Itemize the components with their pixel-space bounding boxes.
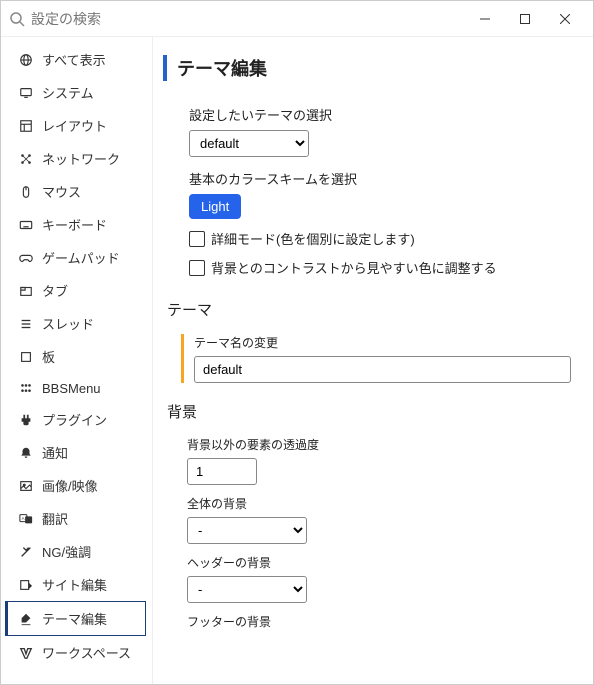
sidebar-item-5[interactable]: キーボード [1,208,152,241]
sidebar-item-7[interactable]: タブ [1,274,152,307]
detailed-mode-label: 詳細モード(色を個別に設定します) [211,229,415,248]
theme-section-title: テーマ [167,299,571,320]
sidebar-item-6[interactable]: ゲームパッド [1,241,152,274]
page-title: テーマ編集 [177,55,571,81]
sidebar: すべて表示システムレイアウトネットワークマウスキーボードゲームパッドタブスレッド… [1,37,153,684]
globe-icon [18,52,34,68]
sidebar-item-14[interactable]: A 翻訳 [1,502,152,535]
sidebar-item-16[interactable]: サイト編集 [1,568,152,601]
sidebar-item-label: マウス [42,182,81,201]
sidebar-item-label: 画像/映像 [42,476,98,495]
bell-icon [18,445,34,461]
contrast-checkbox[interactable] [189,260,205,276]
theme-name-label: テーマ名の変更 [194,334,571,351]
sidebar-item-label: 翻訳 [42,509,68,528]
plugin-icon [18,412,34,428]
sidebar-item-label: プラグイン [42,410,107,429]
theme-name-input[interactable] [194,356,571,383]
titlebar [1,1,593,37]
sidebar-item-label: スレッド [42,314,94,333]
theme-select[interactable]: default [189,130,309,157]
sidebar-item-9[interactable]: 板 [1,340,152,373]
sidebar-item-label: ワークスペース [42,643,131,662]
sidebar-item-11[interactable]: プラグイン [1,403,152,436]
settings-window: すべて表示システムレイアウトネットワークマウスキーボードゲームパッドタブスレッド… [0,0,594,685]
sidebar-item-label: サイト編集 [42,575,107,594]
sidebar-item-label: テーマ編集 [42,609,107,628]
sidebar-item-label: ネットワーク [42,149,120,168]
opacity-label: 背景以外の要素の透過度 [187,436,571,453]
sidebar-item-label: ゲームパッド [42,248,120,267]
contrast-label: 背景とのコントラストから見やすい色に調整する [211,258,497,277]
header-bg-label: ヘッダーの背景 [187,554,571,571]
sidebar-item-label: タブ [42,281,68,300]
header-bg-select[interactable]: - [187,576,307,603]
theme-name-subsection: テーマ名の変更 [181,334,571,383]
board-icon [18,349,34,365]
theme-select-label: 設定したいテーマの選択 [189,105,571,124]
footer-bg-label: フッターの背景 [187,613,571,630]
minimize-button[interactable] [465,3,505,35]
bbsmenu-icon [18,380,34,396]
sidebar-item-13[interactable]: 画像/映像 [1,469,152,502]
image-icon [18,478,34,494]
sidebar-item-17[interactable]: テーマ編集 [5,601,146,636]
thread-icon [18,316,34,332]
sidebar-item-3[interactable]: ネットワーク [1,142,152,175]
sidebar-item-8[interactable]: スレッド [1,307,152,340]
gamepad-icon [18,250,34,266]
close-button[interactable] [545,3,585,35]
detailed-mode-row[interactable]: 詳細モード(色を個別に設定します) [189,229,571,248]
sidebar-item-12[interactable]: 通知 [1,436,152,469]
bg-subsection: 背景以外の要素の透過度 全体の背景 - ヘッダーの背景 - フッターの背景 [181,436,571,630]
mouse-icon [18,184,34,200]
search-input[interactable] [31,11,465,27]
workspace-icon [18,645,34,661]
sidebar-item-label: キーボード [42,215,107,234]
site-edit-icon [18,577,34,593]
translate-icon: A [18,511,34,527]
sidebar-item-label: 板 [42,347,55,366]
page-title-wrap: テーマ編集 [163,55,571,81]
tab-icon [18,283,34,299]
theme-select-section: 設定したいテーマの選択 default 基本のカラースキームを選択 Light … [189,105,571,277]
svg-text:A: A [22,515,25,520]
sidebar-item-label: BBSMenu [42,381,101,396]
sidebar-item-1[interactable]: システム [1,76,152,109]
ng-icon [18,544,34,560]
search-icon [9,11,25,27]
main-content: テーマ編集 設定したいテーマの選択 default 基本のカラースキームを選択 … [153,37,593,684]
sidebar-item-label: 通知 [42,443,68,462]
theme-edit-icon [18,611,34,627]
sidebar-item-15[interactable]: NG/強調 [1,535,152,568]
sidebar-item-2[interactable]: レイアウト [1,109,152,142]
sidebar-item-label: すべて表示 [42,50,106,69]
sidebar-item-18[interactable]: ワークスペース [1,636,152,669]
color-scheme-button[interactable]: Light [189,194,241,219]
network-icon [18,151,34,167]
sidebar-item-10[interactable]: BBSMenu [1,373,152,403]
monitor-icon [18,85,34,101]
body: すべて表示システムレイアウトネットワークマウスキーボードゲームパッドタブスレッド… [1,37,593,684]
bg-section-title: 背景 [167,401,571,422]
contrast-row[interactable]: 背景とのコントラストから見やすい色に調整する [189,258,571,277]
layout-icon [18,118,34,134]
keyboard-icon [18,217,34,233]
sidebar-item-label: レイアウト [42,116,107,135]
detailed-mode-checkbox[interactable] [189,231,205,247]
sidebar-item-label: システム [42,83,94,102]
overall-bg-label: 全体の背景 [187,495,571,512]
sidebar-item-4[interactable]: マウス [1,175,152,208]
overall-bg-select[interactable]: - [187,517,307,544]
sidebar-item-label: NG/強調 [42,542,91,561]
sidebar-item-0[interactable]: すべて表示 [1,43,152,76]
opacity-input[interactable] [187,458,257,485]
maximize-button[interactable] [505,3,545,35]
window-controls [465,3,585,35]
color-scheme-label: 基本のカラースキームを選択 [189,169,571,188]
